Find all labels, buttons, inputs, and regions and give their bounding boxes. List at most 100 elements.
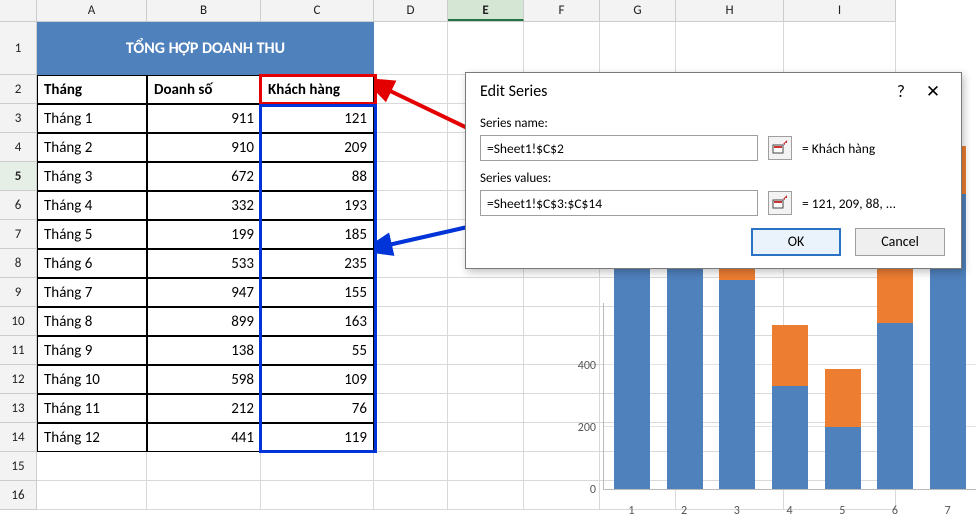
table-cell[interactable]: Tháng 7	[37, 278, 147, 307]
table-cell[interactable]: 76	[261, 394, 374, 423]
row-header-7[interactable]: 7	[0, 220, 37, 249]
table-cell[interactable]: Tháng 12	[37, 423, 147, 452]
row-header-11[interactable]: 11	[0, 336, 37, 365]
empty-cell[interactable]	[448, 481, 524, 510]
table-cell[interactable]: 332	[147, 191, 261, 220]
row-header-13[interactable]: 13	[0, 394, 37, 423]
table-cell[interactable]: 121	[261, 104, 374, 133]
col-header-C[interactable]: C	[261, 0, 374, 21]
table-cell[interactable]: 109	[261, 365, 374, 394]
col-header-D[interactable]: D	[374, 0, 448, 21]
empty-cell[interactable]	[374, 394, 448, 423]
table-cell[interactable]: 88	[261, 162, 374, 191]
close-icon[interactable]: ✕	[917, 81, 949, 102]
table-cell[interactable]: 910	[147, 133, 261, 162]
empty-cell[interactable]	[448, 307, 524, 336]
title-cell[interactable]: TỔNG HỢP DOANH THU	[37, 22, 374, 75]
table-cell[interactable]: Tháng 1	[37, 104, 147, 133]
empty-cell[interactable]	[374, 104, 448, 133]
row-header-5[interactable]: 5	[0, 162, 37, 191]
header-khachhang[interactable]: Khách hàng	[261, 75, 374, 104]
empty-cell[interactable]	[147, 452, 261, 481]
table-cell[interactable]: 138	[147, 336, 261, 365]
table-cell[interactable]: 155	[261, 278, 374, 307]
empty-cell[interactable]	[374, 307, 448, 336]
empty-cell[interactable]	[374, 162, 448, 191]
col-header-A[interactable]: A	[37, 0, 147, 21]
range-selector-values-button[interactable]	[768, 191, 792, 215]
empty-cell[interactable]	[37, 452, 147, 481]
empty-cell[interactable]	[600, 22, 676, 75]
empty-cell[interactable]	[374, 278, 448, 307]
header-doanhso[interactable]: Doanh số	[147, 75, 261, 104]
empty-cell[interactable]	[374, 423, 448, 452]
table-cell[interactable]: 185	[261, 220, 374, 249]
table-cell[interactable]: 212	[147, 394, 261, 423]
empty-cell[interactable]	[374, 452, 448, 481]
empty-cell[interactable]	[448, 365, 524, 394]
table-cell[interactable]: 163	[261, 307, 374, 336]
row-header-10[interactable]: 10	[0, 307, 37, 336]
row-header-6[interactable]: 6	[0, 191, 37, 220]
range-selector-name-button[interactable]	[768, 136, 792, 160]
row-header-15[interactable]: 15	[0, 452, 37, 481]
table-cell[interactable]: 911	[147, 104, 261, 133]
table-cell[interactable]: 55	[261, 336, 374, 365]
table-cell[interactable]: 441	[147, 423, 261, 452]
table-cell[interactable]: Tháng 5	[37, 220, 147, 249]
empty-cell[interactable]	[374, 481, 448, 510]
empty-cell[interactable]	[374, 75, 448, 104]
table-cell[interactable]: 598	[147, 365, 261, 394]
empty-cell[interactable]	[147, 481, 261, 510]
table-cell[interactable]: Tháng 9	[37, 336, 147, 365]
ok-button[interactable]: OK	[751, 228, 841, 256]
empty-cell[interactable]	[37, 481, 147, 510]
table-cell[interactable]: 235	[261, 249, 374, 278]
empty-cell[interactable]	[448, 336, 524, 365]
col-header-I[interactable]: I	[784, 0, 896, 21]
row-header-12[interactable]: 12	[0, 365, 37, 394]
table-cell[interactable]: 193	[261, 191, 374, 220]
table-cell[interactable]: Tháng 8	[37, 307, 147, 336]
row-header-9[interactable]: 9	[0, 278, 37, 307]
empty-cell[interactable]	[374, 249, 448, 278]
col-header-H[interactable]: H	[676, 0, 784, 21]
row-header-16[interactable]: 16	[0, 481, 37, 510]
table-cell[interactable]: 199	[147, 220, 261, 249]
empty-cell[interactable]	[448, 423, 524, 452]
row-header-4[interactable]: 4	[0, 133, 37, 162]
table-cell[interactable]: 119	[261, 423, 374, 452]
table-cell[interactable]: 899	[147, 307, 261, 336]
chart-preview[interactable]: 0 200 400 1234567	[548, 303, 978, 518]
table-cell[interactable]: 533	[147, 249, 261, 278]
table-cell[interactable]: Tháng 3	[37, 162, 147, 191]
col-header-B[interactable]: B	[147, 0, 261, 21]
col-header-F[interactable]: F	[524, 0, 600, 21]
table-cell[interactable]: Tháng 10	[37, 365, 147, 394]
table-cell[interactable]: Tháng 4	[37, 191, 147, 220]
empty-cell[interactable]	[524, 22, 600, 75]
table-cell[interactable]: Tháng 6	[37, 249, 147, 278]
header-thang[interactable]: Tháng	[37, 75, 147, 104]
row-header-3[interactable]: 3	[0, 104, 37, 133]
empty-cell[interactable]	[784, 22, 896, 75]
row-header-1[interactable]: 1	[0, 22, 37, 75]
table-cell[interactable]: 947	[147, 278, 261, 307]
empty-cell[interactable]	[374, 191, 448, 220]
empty-cell[interactable]	[374, 336, 448, 365]
empty-cell[interactable]	[261, 452, 374, 481]
col-header-G[interactable]: G	[600, 0, 676, 21]
empty-cell[interactable]	[261, 481, 374, 510]
empty-cell[interactable]	[374, 220, 448, 249]
empty-cell[interactable]	[374, 22, 448, 75]
empty-cell[interactable]	[448, 278, 524, 307]
table-cell[interactable]: 209	[261, 133, 374, 162]
table-cell[interactable]: Tháng 11	[37, 394, 147, 423]
empty-cell[interactable]	[448, 452, 524, 481]
col-header-E[interactable]: E	[448, 0, 524, 21]
cancel-button[interactable]: Cancel	[855, 228, 945, 256]
table-cell[interactable]: Tháng 2	[37, 133, 147, 162]
empty-cell[interactable]	[676, 22, 784, 75]
row-header-14[interactable]: 14	[0, 423, 37, 452]
series-name-input[interactable]: =Sheet1!$C$2	[480, 135, 758, 161]
